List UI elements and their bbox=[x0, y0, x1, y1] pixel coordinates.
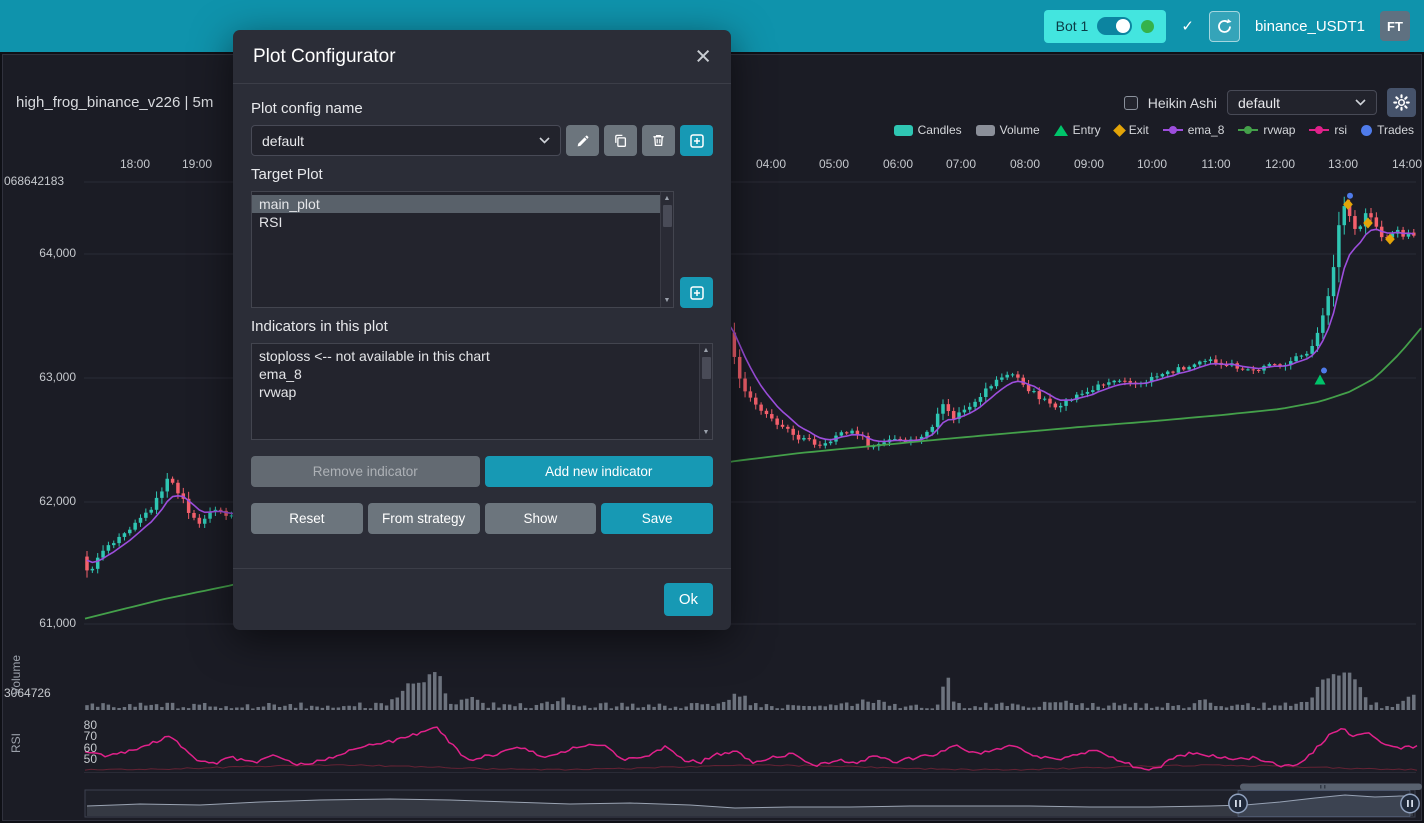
remove-indicator-button[interactable]: Remove indicator bbox=[251, 456, 480, 487]
ok-button[interactable]: Ok bbox=[664, 583, 713, 616]
legend-label: Entry bbox=[1073, 123, 1101, 137]
chevron-down-icon bbox=[539, 137, 550, 144]
legend-item-rsi[interactable]: rsi bbox=[1309, 123, 1347, 137]
rsi-legend-marker bbox=[1309, 124, 1329, 136]
edit-config-button[interactable] bbox=[566, 125, 599, 156]
check-icon: ✓ bbox=[1181, 17, 1194, 35]
duplicate-config-button[interactable] bbox=[604, 125, 637, 156]
heikin-ashi-label: Heikin Ashi bbox=[1148, 95, 1217, 111]
pencil-icon bbox=[576, 134, 590, 148]
plot-config-name-select[interactable]: default bbox=[251, 125, 561, 156]
scrollbar[interactable]: ▲ ▼ bbox=[699, 344, 712, 439]
legend-label: Exit bbox=[1129, 123, 1149, 137]
gear-icon bbox=[1393, 94, 1410, 111]
scrollbar-thumb[interactable] bbox=[663, 205, 672, 227]
toggle-knob bbox=[1116, 19, 1130, 33]
legend-item-exit[interactable]: Exit bbox=[1115, 123, 1149, 137]
legend-label: rsi bbox=[1334, 123, 1347, 137]
close-icon[interactable]: × bbox=[695, 43, 711, 70]
scroll-up-icon[interactable]: ▲ bbox=[664, 193, 671, 204]
trades-legend-marker bbox=[1361, 125, 1372, 136]
modal-footer: Ok bbox=[233, 568, 731, 630]
modal-body: Plot config name default bbox=[233, 84, 731, 568]
legend-label: rvwap bbox=[1263, 123, 1295, 137]
bot-online-dot bbox=[1141, 20, 1154, 33]
scroll-up-icon[interactable]: ▲ bbox=[703, 345, 710, 356]
plus-square-icon bbox=[689, 133, 705, 149]
legend-label: Trades bbox=[1377, 123, 1414, 137]
scrollbar[interactable]: ▲ ▼ bbox=[660, 192, 673, 307]
entry-legend-marker bbox=[1054, 125, 1068, 136]
trash-icon bbox=[651, 133, 666, 148]
reset-button[interactable]: Reset bbox=[251, 503, 363, 534]
target-plot-item[interactable]: RSI bbox=[252, 213, 660, 231]
delete-config-button[interactable] bbox=[642, 125, 675, 156]
candles-legend-marker bbox=[894, 125, 913, 136]
modal-header: Plot Configurator × bbox=[233, 30, 731, 84]
target-plot-item[interactable]: main_plot bbox=[252, 195, 660, 213]
refresh-icon bbox=[1216, 18, 1233, 35]
chart-title: high_frog_binance_v226 | 5m bbox=[16, 94, 213, 111]
target-plot-list[interactable]: main_plotRSI ▲ ▼ bbox=[251, 191, 674, 308]
indicator-item[interactable]: rvwap bbox=[252, 383, 699, 401]
plot-config-select-value: default bbox=[1238, 95, 1280, 111]
legend-item-candles[interactable]: Candles bbox=[894, 123, 962, 137]
legend-item-rvwap[interactable]: rvwap bbox=[1238, 123, 1295, 137]
scrollbar-thumb[interactable] bbox=[702, 357, 711, 379]
legend-label: ema_8 bbox=[1188, 123, 1225, 137]
from-strategy-button[interactable]: From strategy bbox=[368, 503, 480, 534]
exit-legend-marker bbox=[1113, 124, 1126, 137]
plot-configurator-modal: Plot Configurator × Plot config name def… bbox=[233, 30, 731, 630]
add-new-indicator-button[interactable]: Add new indicator bbox=[485, 456, 714, 487]
legend-item-ema-8[interactable]: ema_8 bbox=[1163, 123, 1225, 137]
volume-legend-marker bbox=[976, 125, 995, 136]
refresh-button[interactable] bbox=[1209, 11, 1240, 42]
legend-label: Candles bbox=[918, 123, 962, 137]
chart-controls: Heikin Ashi default bbox=[1124, 88, 1416, 117]
show-button[interactable]: Show bbox=[485, 503, 597, 534]
indicator-item[interactable]: stoploss <-- not available in this chart bbox=[252, 347, 699, 365]
heikin-ashi-checkbox[interactable] bbox=[1124, 96, 1138, 110]
scroll-down-icon[interactable]: ▼ bbox=[664, 295, 671, 306]
plot-config-name-label: Plot config name bbox=[251, 100, 713, 117]
app-root: 06864218364,00063,00062,00061,0003064726… bbox=[0, 0, 1424, 823]
copy-icon bbox=[613, 133, 628, 148]
legend-item-volume[interactable]: Volume bbox=[976, 123, 1040, 137]
bot-selector[interactable]: Bot 1 bbox=[1044, 10, 1167, 43]
legend-item-entry[interactable]: Entry bbox=[1054, 123, 1101, 137]
bot-name: binance_USDT1 bbox=[1255, 18, 1365, 35]
target-plot-row: main_plotRSI ▲ ▼ bbox=[251, 191, 713, 308]
config-actions-row: Reset From strategy Show Save bbox=[251, 503, 713, 534]
plot-config-select[interactable]: default bbox=[1227, 90, 1377, 115]
indicator-actions-row: Remove indicator Add new indicator bbox=[251, 456, 713, 487]
bot-toggle[interactable] bbox=[1097, 17, 1132, 35]
freqtrade-logo[interactable]: FT bbox=[1380, 11, 1410, 41]
add-target-plot-button[interactable] bbox=[680, 277, 713, 308]
rvwap-legend-marker bbox=[1238, 124, 1258, 136]
scroll-down-icon[interactable]: ▼ bbox=[703, 427, 710, 438]
indicator-list[interactable]: stoploss <-- not available in this chart… bbox=[251, 343, 713, 440]
save-button[interactable]: Save bbox=[601, 503, 713, 534]
target-plot-label: Target Plot bbox=[251, 166, 713, 183]
plot-config-name-row: default bbox=[251, 125, 713, 156]
bot-label: Bot 1 bbox=[1056, 18, 1089, 34]
add-config-button[interactable] bbox=[680, 125, 713, 156]
modal-title: Plot Configurator bbox=[253, 46, 396, 68]
plus-square-icon bbox=[689, 285, 705, 301]
plot-config-name-value: default bbox=[262, 133, 304, 149]
chart-legend: Candles Volume Entry Exit ema_8 rvwap rsi Trade… bbox=[894, 123, 1414, 137]
legend-item-trades[interactable]: Trades bbox=[1361, 123, 1414, 137]
indicators-label: Indicators in this plot bbox=[251, 318, 713, 335]
indicator-item[interactable]: ema_8 bbox=[252, 365, 699, 383]
ema_8-legend-marker bbox=[1163, 124, 1183, 136]
plot-settings-button[interactable] bbox=[1387, 88, 1416, 117]
chevron-down-icon bbox=[1355, 99, 1366, 106]
legend-label: Volume bbox=[1000, 123, 1040, 137]
